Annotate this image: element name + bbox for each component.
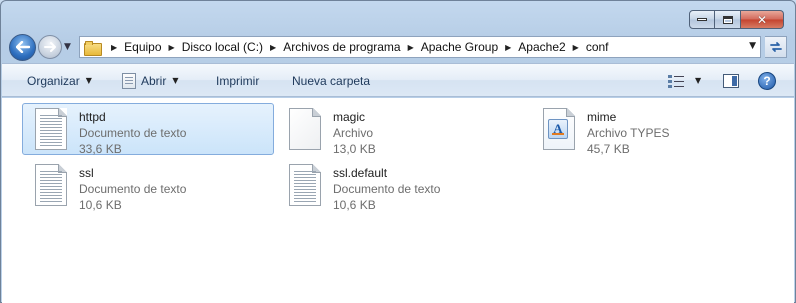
organize-label: Organizar: [27, 73, 80, 88]
breadcrumb-item-current[interactable]: conf: [586, 37, 609, 57]
file-item-ssl[interactable]: ssl Documento de texto 10,6 KB: [22, 159, 274, 212]
text-file-icon: [33, 164, 69, 208]
change-view-button[interactable]: ▼: [668, 64, 701, 97]
folder-icon: [84, 40, 102, 56]
open-label: Abrir: [141, 73, 167, 88]
minimize-icon: [697, 18, 707, 21]
chevron-right-icon: ▶: [572, 42, 579, 52]
chevron-right-icon: ▶: [270, 42, 277, 52]
chevron-down-icon: ▼: [85, 76, 92, 85]
file-size: 13,0 KB: [333, 142, 376, 156]
maximize-button[interactable]: [715, 10, 741, 29]
chevron-right-icon: ▶: [407, 42, 414, 52]
new-folder-label: Nueva carpeta: [292, 73, 371, 88]
text-file-icon: [33, 108, 69, 152]
breadcrumb-item[interactable]: Disco local (C:) ▶: [182, 37, 284, 57]
file-list: httpd Documento de texto 33,6 KB magic A…: [2, 98, 794, 303]
file-type: Archivo: [333, 126, 374, 140]
breadcrumb-root[interactable]: ▶: [104, 37, 124, 57]
refresh-icon: [769, 42, 782, 52]
print-button[interactable]: Imprimir: [216, 64, 259, 97]
minimize-button[interactable]: [689, 10, 715, 29]
file-type: Archivo TYPES: [587, 126, 670, 140]
open-button[interactable]: Abrir ▼: [122, 64, 179, 97]
file-item-magic[interactable]: magic Archivo 13,0 KB: [276, 103, 528, 156]
address-history-chevron-down-icon[interactable]: ▼: [749, 41, 756, 51]
file-name: ssl: [79, 166, 94, 180]
command-bar: Organizar ▼ Abrir ▼ Imprimir Nueva carpeta…: [2, 63, 794, 97]
chevron-down-icon: ▼: [695, 76, 702, 85]
breadcrumb-item[interactable]: Apache Group ▶: [421, 37, 519, 57]
file-item-ssl-default[interactable]: ssl.default Documento de texto 10,6 KB: [276, 159, 528, 212]
view-options-icon: [668, 74, 686, 88]
explorer-window: ✕ ▼ ▶ Equipo ▶ Disco local (C:) ▶ Archivos…: [0, 0, 796, 303]
close-button[interactable]: ✕: [741, 10, 784, 29]
file-type: Documento de texto: [333, 182, 441, 196]
types-file-icon: A: [541, 108, 577, 152]
refresh-button[interactable]: [765, 36, 787, 58]
breadcrumb-item[interactable]: Equipo ▶: [124, 37, 182, 57]
chevron-right-icon: ▶: [168, 42, 175, 52]
chevron-right-icon: ▶: [505, 42, 512, 52]
text-file-icon: [287, 164, 323, 208]
preview-pane-button[interactable]: [723, 64, 739, 97]
maximize-icon: [722, 15, 733, 24]
back-arrow-icon: [15, 41, 30, 53]
file-name: httpd: [79, 110, 106, 124]
file-size: 33,6 KB: [79, 142, 122, 156]
file-name: magic: [333, 110, 366, 124]
navigation-buttons: ▼: [9, 33, 71, 61]
file-item-mime[interactable]: A mime Archivo TYPES 45,7 KB: [530, 103, 782, 156]
forward-button[interactable]: [38, 35, 62, 59]
breadcrumb-item[interactable]: Archivos de programa ▶: [283, 37, 421, 57]
document-icon: [122, 72, 136, 89]
file-name: ssl.default: [333, 166, 388, 180]
help-button[interactable]: ?: [758, 64, 776, 97]
file-name: mime: [587, 110, 617, 124]
caption-buttons: ✕: [689, 10, 784, 29]
file-type: Documento de texto: [79, 126, 187, 140]
new-folder-button[interactable]: Nueva carpeta: [292, 64, 370, 97]
blank-file-icon: [287, 108, 323, 152]
recent-pages-chevron-down-icon[interactable]: ▼: [64, 42, 71, 52]
back-button[interactable]: [9, 33, 36, 61]
help-icon: ?: [758, 71, 776, 90]
chevron-right-icon: ▶: [111, 42, 118, 52]
address-bar[interactable]: ▶ Equipo ▶ Disco local (C:) ▶ Archivos de …: [79, 36, 761, 58]
preview-pane-icon: [723, 73, 739, 88]
print-label: Imprimir: [216, 73, 260, 88]
file-item-httpd[interactable]: httpd Documento de texto 33,6 KB: [22, 103, 274, 156]
file-size: 45,7 KB: [587, 142, 630, 156]
file-size: 10,6 KB: [333, 198, 376, 212]
file-type: Documento de texto: [79, 182, 187, 196]
forward-arrow-icon: [44, 42, 56, 52]
close-icon: ✕: [756, 12, 768, 27]
organize-button[interactable]: Organizar ▼: [27, 64, 92, 97]
file-size: 10,6 KB: [79, 198, 122, 212]
chevron-down-icon: ▼: [172, 76, 179, 85]
breadcrumb-item[interactable]: Apache2 ▶: [518, 37, 586, 57]
